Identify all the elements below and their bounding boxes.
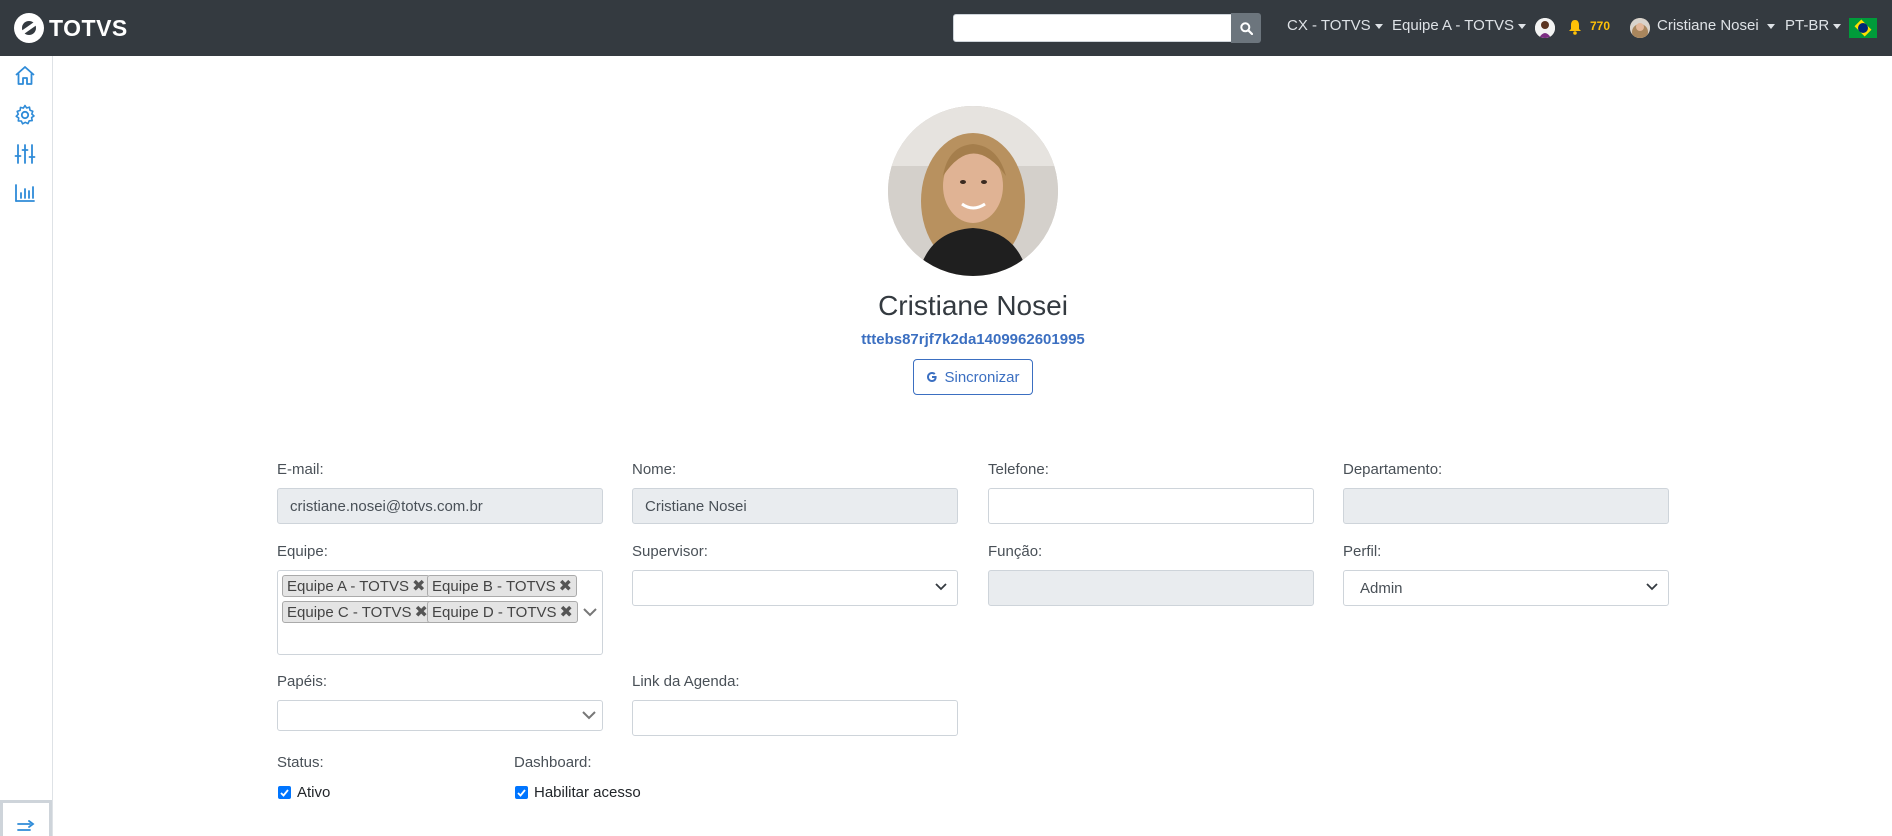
dashboard-label: Dashboard:	[514, 754, 592, 771]
bell-icon[interactable]	[1568, 19, 1582, 35]
dashboard-option-label: Habilitar acesso	[534, 784, 641, 801]
team-dropdown-label: Equipe A - TOTVS	[1392, 17, 1515, 34]
company-dropdown-label: CX - TOTVS	[1287, 17, 1371, 34]
team-label: Equipe:	[277, 543, 328, 560]
sync-button-label: Sincronizar	[944, 368, 1020, 386]
status-option-label: Ativo	[297, 784, 331, 801]
email-label: E-mail:	[277, 461, 324, 478]
checkmark-icon	[280, 788, 289, 797]
status-label: Status:	[277, 754, 324, 771]
brand-name: TOTVS	[49, 14, 128, 41]
sliders-icon[interactable]	[13, 142, 37, 166]
caret-down-icon	[1518, 23, 1527, 29]
team-chip: Equipe A - TOTVS ✖	[282, 575, 431, 597]
role-label: Função:	[988, 543, 1043, 560]
top-navbar: TOTVS CX - TOTVS Equipe A - TOTVS 770 Cr	[0, 0, 1892, 56]
person-icon	[1535, 18, 1555, 38]
google-icon	[927, 372, 938, 382]
team-dropdown[interactable]: Equipe A - TOTVS	[1392, 17, 1527, 34]
remove-chip-icon[interactable]: ✖	[559, 576, 572, 596]
team-chip-label: Equipe C - TOTVS	[287, 603, 412, 621]
chevron-down-icon	[935, 583, 947, 591]
team-chip-label: Equipe B - TOTVS	[432, 577, 556, 595]
name-label: Nome:	[632, 461, 677, 478]
status-checkbox-row[interactable]: Ativo	[278, 784, 330, 801]
dashboard-checkbox-row[interactable]: Habilitar acesso	[515, 784, 641, 801]
supervisor-label: Supervisor:	[632, 543, 708, 560]
team-chip-label: Equipe D - TOTVS	[432, 603, 557, 621]
company-dropdown[interactable]: CX - TOTVS	[1287, 17, 1383, 34]
email-field: cristiane.nosei@totvs.com.br	[277, 488, 603, 524]
status-checkbox[interactable]	[278, 786, 291, 799]
agenda-link-field[interactable]	[632, 700, 958, 736]
chevron-down-icon	[582, 711, 596, 720]
brazil-flag-icon[interactable]	[1849, 18, 1877, 38]
agenda-label: Link da Agenda:	[632, 673, 740, 690]
user-avatar[interactable]	[1630, 18, 1650, 38]
name-field: Cristiane Nosei	[632, 488, 958, 524]
department-label: Departamento:	[1343, 461, 1443, 478]
caret-down-icon	[1374, 23, 1383, 29]
team-chip: Equipe B - TOTVS ✖	[427, 575, 578, 597]
profile-photo	[888, 106, 1058, 276]
phone-label: Telefone:	[988, 461, 1049, 478]
papers-label: Papéis:	[277, 673, 328, 690]
totvs-logo-icon	[14, 13, 44, 43]
user-dropdown[interactable]: Cristiane Nosei	[1657, 17, 1775, 34]
chevron-down-icon	[1646, 583, 1658, 591]
chart-icon[interactable]	[13, 181, 37, 205]
user-dropdown-label: Cristiane Nosei	[1657, 17, 1759, 34]
gear-icon[interactable]	[13, 103, 37, 127]
user-photo-icon	[1630, 18, 1650, 38]
team-multiselect[interactable]: Equipe A - TOTVS ✖ Equipe B - TOTVS ✖ Equi…	[277, 570, 603, 655]
department-field	[1343, 488, 1669, 524]
brand-logo[interactable]: TOTVS	[14, 13, 128, 43]
profile-name: Cristiane Nosei	[878, 290, 1068, 321]
phone-field[interactable]	[988, 488, 1314, 524]
caret-down-icon	[1833, 23, 1842, 29]
profile-photo-image	[888, 106, 1058, 276]
remove-chip-icon[interactable]: ✖	[560, 602, 573, 622]
team-chip-label: Equipe A - TOTVS	[287, 577, 410, 595]
notification-count: 770	[1590, 19, 1611, 33]
search-input[interactable]	[953, 14, 1232, 42]
remove-chip-icon[interactable]: ✖	[415, 602, 428, 622]
caret-down-icon	[1766, 23, 1775, 29]
team-chip: Equipe D - TOTVS ✖	[427, 601, 578, 623]
profile-select-value: Admin	[1360, 580, 1403, 597]
sidebar-toggle[interactable]	[0, 800, 52, 836]
language-dropdown[interactable]: PT-BR	[1785, 17, 1842, 34]
search-button[interactable]	[1231, 13, 1261, 43]
chevron-down-icon[interactable]	[583, 608, 597, 617]
collapse-toggle-icon	[17, 820, 35, 831]
role-field	[988, 570, 1314, 606]
sync-button[interactable]: Sincronizar	[913, 359, 1033, 395]
agent-avatar[interactable]	[1535, 18, 1555, 38]
search-icon	[1239, 21, 1253, 35]
profile-select[interactable]: Admin	[1343, 570, 1669, 606]
dashboard-checkbox[interactable]	[515, 786, 528, 799]
home-icon[interactable]	[13, 64, 37, 88]
profile-label: Perfil:	[1343, 543, 1382, 560]
sidebar	[0, 56, 53, 836]
language-dropdown-label: PT-BR	[1785, 17, 1830, 34]
supervisor-select[interactable]	[632, 570, 958, 606]
papers-select[interactable]	[277, 700, 603, 731]
team-chip: Equipe C - TOTVS ✖	[282, 601, 433, 623]
remove-chip-icon[interactable]: ✖	[412, 576, 425, 596]
checkmark-icon	[517, 788, 526, 797]
profile-id: tttebs87rjf7k2da1409962601995	[861, 331, 1085, 348]
